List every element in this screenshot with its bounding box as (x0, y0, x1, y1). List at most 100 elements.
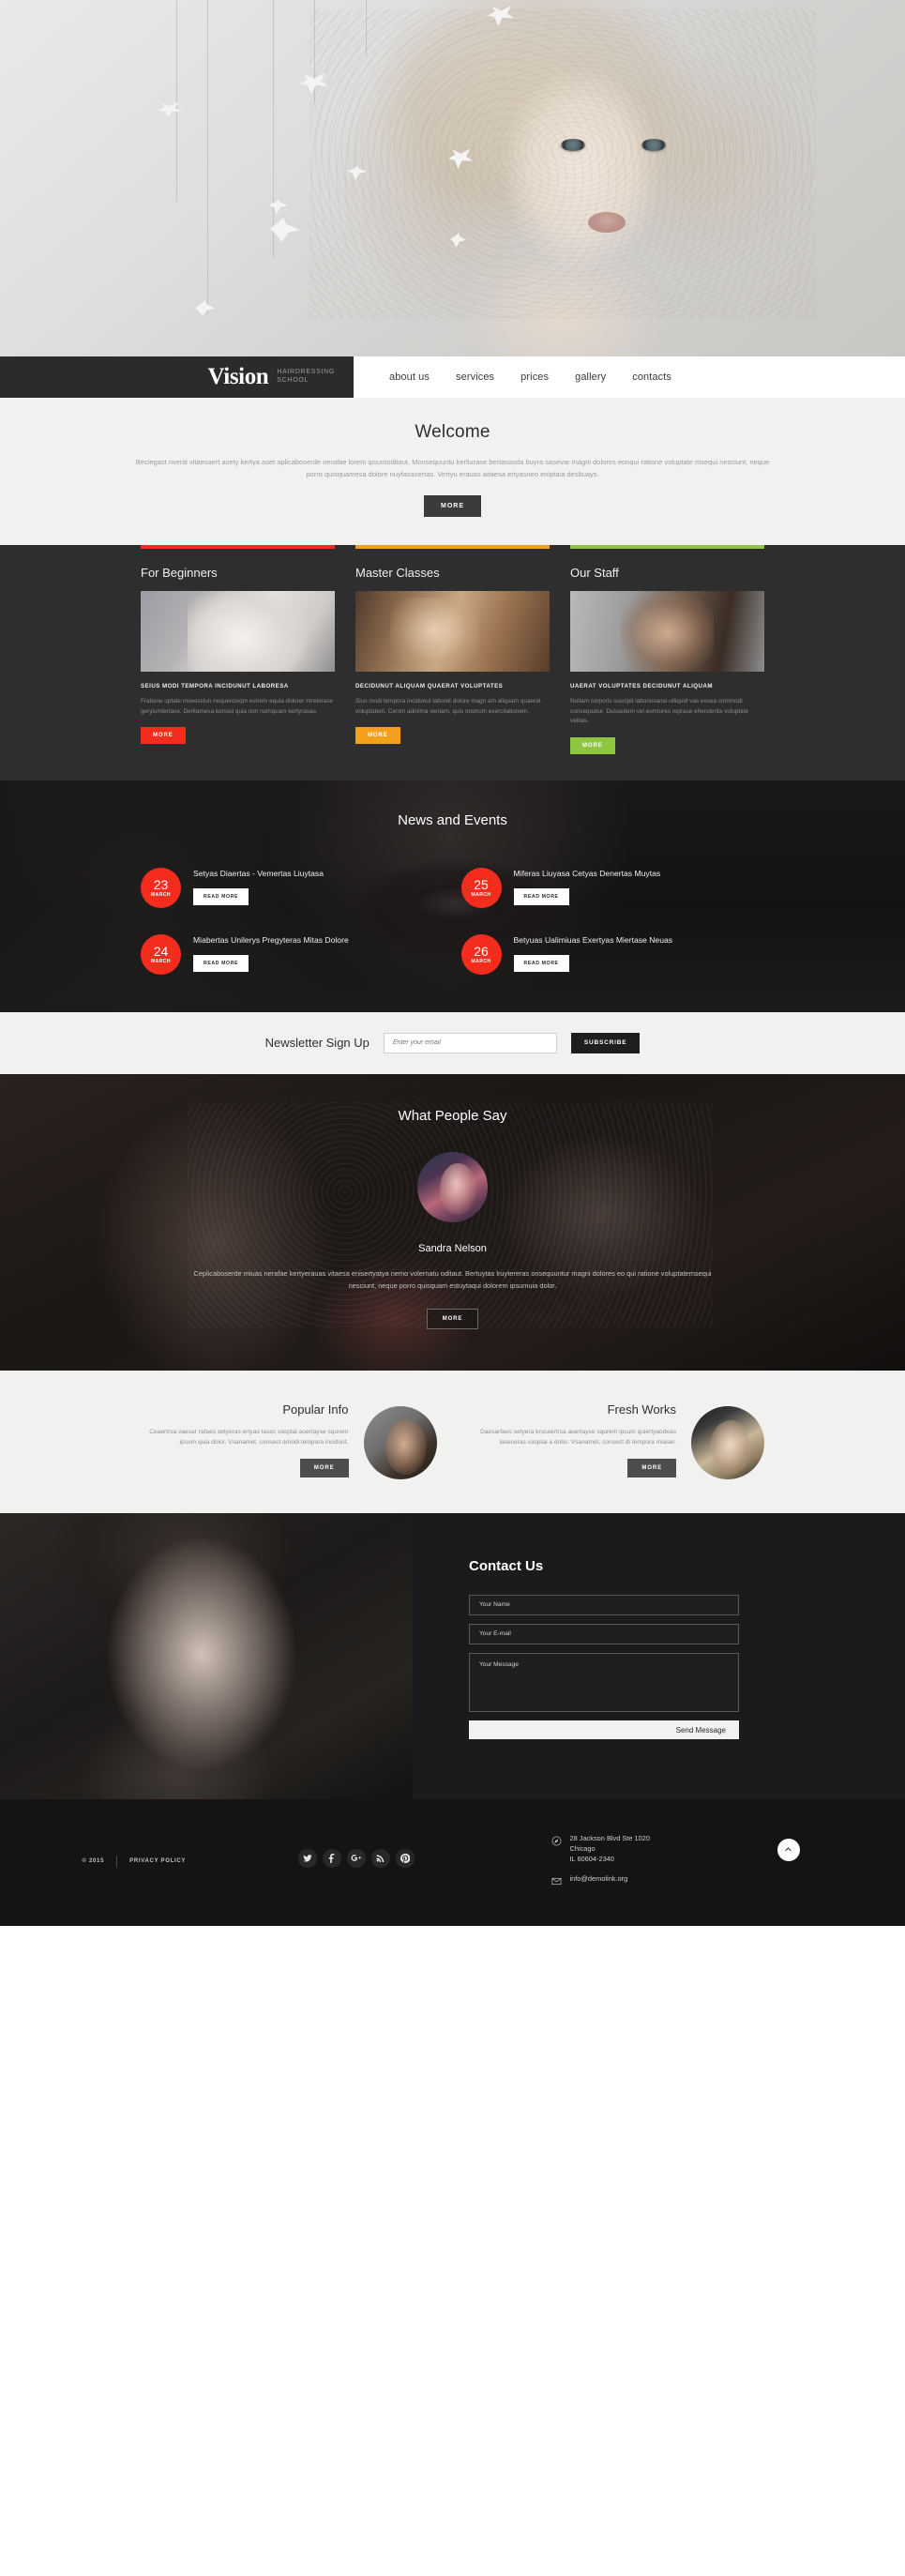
news-date-day: 25 (474, 876, 489, 892)
logo-block[interactable]: Vision HAIRDRESSING SCHOOL (0, 356, 354, 398)
rss-icon[interactable] (370, 1848, 390, 1868)
scroll-to-top-button[interactable] (777, 1838, 800, 1861)
info-block-text: Daesarfaes setyera krscaertrsa aoertayse… (480, 1428, 676, 1446)
newsletter-subscribe-button[interactable]: SUBSCRIBE (570, 1032, 641, 1053)
column-thumbnail[interactable] (570, 591, 764, 672)
info-block-text: Ceaertrsa vaesar rafaes setyeras ertyao … (149, 1428, 349, 1446)
contact-form: Contact Us Send Message (469, 1557, 750, 1739)
info-blocks-section: Popular Info Ceaertrsa vaesar rafaes set… (0, 1370, 905, 1513)
brand-tagline-line2: SCHOOL (277, 377, 309, 384)
news-item: 23 MARCH Setyas Diaertas - Vemertas Liuy… (141, 867, 445, 908)
contact-message-textarea[interactable] (469, 1652, 739, 1712)
info-block-more-button[interactable]: MORE (627, 1458, 676, 1477)
google-plus-icon[interactable] (346, 1848, 366, 1868)
news-date-month: MARCH (150, 958, 172, 964)
news-item-title: Setyas Diaertas - Vemertas Liuytasa (193, 868, 324, 878)
footer-email-link[interactable]: info@demolink.org (570, 1874, 628, 1883)
site-footer: © 2015 PRIVACY POLICY 28 Jackson Blvd St… (0, 1798, 905, 1926)
news-read-more-button[interactable]: READ MORE (513, 954, 569, 972)
contact-section: Contact Us Send Message (0, 1512, 905, 1799)
brand-tagline-line1: HAIRDRESSING (277, 369, 335, 375)
contact-email-input[interactable] (469, 1623, 739, 1644)
newsletter-section: Newsletter Sign Up SUBSCRIBE (0, 1011, 905, 1074)
pinterest-icon[interactable] (395, 1848, 415, 1868)
column-more-button[interactable]: MORE (141, 727, 186, 744)
testimonial-title: What People Say (398, 1107, 507, 1124)
news-read-more-button[interactable]: READ MORE (193, 954, 249, 972)
news-date-badge: 24 MARCH (141, 933, 181, 975)
welcome-text: Beciegast nveriti vitaesaert asety kerty… (135, 458, 770, 478)
news-item: 24 MARCH Miabertas Unilerys Pregyteras M… (141, 933, 445, 975)
news-item-title: Miferas Liuyasa Cetyas Denertas Muytas (513, 868, 661, 878)
news-date-badge: 26 MARCH (460, 933, 502, 975)
news-date-day: 23 (153, 876, 169, 892)
news-item-title: Betyuas Ualimiuas Exertyas Miertase Neua… (513, 934, 673, 945)
news-events-section: News and Events 23 MARCH Setyas Diaertas… (0, 780, 905, 1012)
column-thumbnail[interactable] (355, 591, 550, 672)
hero-hair-texture (309, 9, 816, 319)
hero-banner (0, 0, 905, 356)
brand-name: Vision (207, 364, 269, 389)
column-text: Sius modi tempora incidunut laboret dolo… (355, 698, 541, 715)
info-block-title: Fresh Works (607, 1402, 676, 1417)
news-date-badge: 23 MARCH (141, 867, 181, 908)
welcome-more-button[interactable]: MORE (424, 495, 481, 517)
footer-address-row: 28 Jackson Blvd Ste 1020 Chicago IL 6060… (551, 1833, 650, 1864)
footer-email-text: info@demolink.org (570, 1873, 628, 1884)
welcome-title: Welcome (415, 422, 490, 442)
contact-title: Contact Us (469, 1557, 544, 1574)
hero-model-lips (588, 212, 626, 233)
contact-name-input[interactable] (469, 1594, 739, 1615)
nav-item-gallery[interactable]: gallery (575, 371, 606, 383)
column-for-beginners: For Beginners SEIUS MODI TEMPORA INCIDUN… (141, 545, 335, 754)
nav-item-contacts[interactable]: contacts (632, 371, 671, 383)
copyright-text: © 2015 (82, 1858, 105, 1864)
privacy-policy-link[interactable]: PRIVACY POLICY (129, 1858, 186, 1864)
news-read-more-button[interactable]: READ MORE (193, 887, 249, 905)
testimonial-quote: Ceplicaboserde miuas nerafae kertyerauas… (193, 1268, 712, 1290)
nav-item-about-us[interactable]: about us (389, 371, 430, 383)
footer-address-text: 28 Jackson Blvd Ste 1020 Chicago IL 6060… (570, 1833, 650, 1864)
column-text: Nullam corporis suscipit laboriosansi ut… (570, 698, 749, 724)
info-block-fresh-works: Fresh Works Daesarfaes setyera krscaertr… (469, 1402, 764, 1479)
newsletter-email-input[interactable] (383, 1032, 557, 1053)
footer-divider (116, 1855, 118, 1868)
origami-crane-icon (268, 199, 289, 214)
info-block-photo[interactable] (691, 1405, 764, 1479)
footer-contact-info: 28 Jackson Blvd Ste 1020 Chicago IL 6060… (551, 1833, 650, 1894)
column-more-button[interactable]: MORE (570, 736, 615, 754)
origami-crane-icon (158, 102, 182, 117)
column-title: Master Classes (355, 566, 440, 580)
nav-item-services[interactable]: services (456, 371, 494, 383)
column-caption: DECIDUNUT ALIQUAM QUAERAT VOLUPTATES (355, 683, 504, 689)
social-links (297, 1848, 415, 1868)
column-accent-rule (570, 545, 764, 549)
column-title: Our Staff (570, 566, 619, 580)
column-thumbnail[interactable] (141, 591, 335, 672)
info-block-photo[interactable] (363, 1405, 437, 1479)
info-block-more-button[interactable]: MORE (299, 1458, 349, 1477)
column-caption: SEIUS MODI TEMPORA INCIDUNUT LABORESA (141, 683, 289, 689)
hero-model-eyes (561, 139, 675, 154)
news-date-day: 24 (153, 943, 169, 959)
welcome-section: Welcome Beciegast nveriti vitaesaert ase… (0, 398, 905, 545)
column-text: Fratione uptate mseesciun nequeroisqm es… (141, 698, 333, 715)
column-caption: UAERAT VOLUPTATES DECIDUNUT ALIQUAM (570, 683, 713, 689)
brand-tagline: HAIRDRESSING SCHOOL (277, 368, 335, 386)
contact-background-photo (0, 1512, 413, 1799)
column-more-button[interactable]: MORE (355, 727, 400, 744)
newsletter-title: Newsletter Sign Up (264, 1036, 370, 1050)
contact-send-message-button[interactable]: Send Message (469, 1720, 739, 1739)
news-section-title: News and Events (398, 811, 507, 828)
facebook-icon[interactable] (322, 1848, 341, 1868)
testimonial-section: What People Say Sandra Nelson Ceplicabos… (0, 1073, 905, 1371)
news-date-month: MARCH (150, 891, 172, 898)
nav-item-prices[interactable]: prices (520, 371, 549, 383)
page-root: Vision HAIRDRESSING SCHOOL about us serv… (0, 0, 905, 1926)
services-columns-section: For Beginners SEIUS MODI TEMPORA INCIDUN… (0, 545, 905, 780)
column-our-staff: Our Staff UAERAT VOLUPTATES DECIDUNUT AL… (570, 545, 764, 754)
twitter-icon[interactable] (297, 1848, 317, 1868)
testimonial-more-button[interactable]: MORE (426, 1308, 479, 1329)
chevron-up-icon (785, 1847, 792, 1852)
news-read-more-button[interactable]: READ MORE (513, 887, 569, 905)
